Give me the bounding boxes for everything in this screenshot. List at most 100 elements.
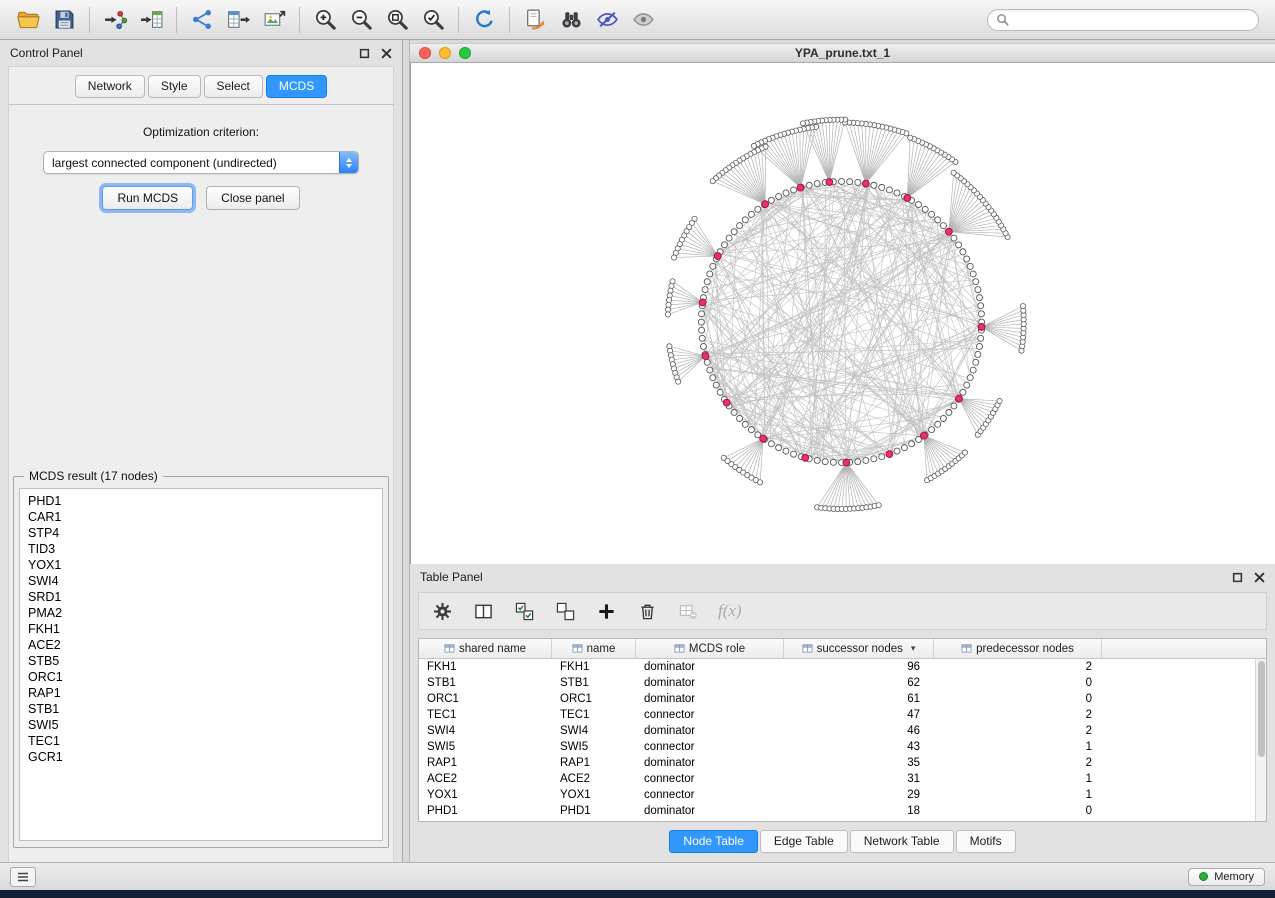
deselect-all-button[interactable] bbox=[554, 600, 576, 622]
cell-successor-nodes: 43 bbox=[784, 739, 934, 755]
settings-gear-icon bbox=[433, 602, 452, 621]
mcds-result-item[interactable]: ACE2 bbox=[20, 637, 382, 653]
zoom-out-button[interactable] bbox=[343, 4, 379, 36]
tab-network[interactable]: Network bbox=[75, 75, 145, 98]
column-header-MCDS-role[interactable]: MCDS role bbox=[636, 639, 784, 658]
function-builder-button[interactable]: f(x) bbox=[718, 601, 742, 621]
cell-successor-nodes: 46 bbox=[784, 723, 934, 739]
table-row[interactable]: SWI5SWI5connector431 bbox=[419, 739, 1266, 755]
cell-shared-name: FKH1 bbox=[419, 659, 552, 675]
mcds-result-item[interactable]: STP4 bbox=[20, 525, 382, 541]
settings-button[interactable] bbox=[431, 600, 453, 622]
tab-style[interactable]: Style bbox=[148, 75, 201, 98]
show-columns-button[interactable] bbox=[472, 600, 494, 622]
float-panel-icon[interactable] bbox=[359, 48, 370, 59]
mcds-buttons-row: Run MCDS Close panel bbox=[9, 186, 393, 210]
import-table-button[interactable] bbox=[133, 4, 169, 36]
add-row-button[interactable] bbox=[595, 600, 617, 622]
close-panel-button[interactable]: Close panel bbox=[206, 186, 299, 210]
close-table-panel-icon[interactable] bbox=[1254, 572, 1265, 583]
table-row[interactable]: ACE2ACE2connector311 bbox=[419, 771, 1266, 787]
search-box[interactable] bbox=[987, 9, 1259, 31]
table-row[interactable]: FKH1FKH1dominator962 bbox=[419, 659, 1266, 675]
zoom-in-button[interactable] bbox=[307, 4, 343, 36]
cell-successor-nodes: 35 bbox=[784, 755, 934, 771]
document-share-button[interactable] bbox=[517, 4, 553, 36]
panel-splitter[interactable] bbox=[403, 40, 410, 862]
import-network-button[interactable] bbox=[97, 4, 133, 36]
float-table-panel-icon[interactable] bbox=[1232, 572, 1243, 583]
column-header-predecessor-nodes[interactable]: predecessor nodes bbox=[934, 639, 1102, 658]
mcds-result-item[interactable]: RAP1 bbox=[20, 685, 382, 701]
tab-mcds[interactable]: MCDS bbox=[266, 75, 327, 98]
mcds-result-item[interactable]: TEC1 bbox=[20, 733, 382, 749]
mcds-result-item[interactable]: CAR1 bbox=[20, 509, 382, 525]
scrollbar-thumb[interactable] bbox=[1258, 661, 1265, 757]
network-canvas[interactable] bbox=[410, 63, 1275, 564]
mcds-result-item[interactable]: STB5 bbox=[20, 653, 382, 669]
zoom-selected-icon bbox=[421, 7, 446, 32]
select-stepper-icon bbox=[339, 152, 358, 173]
tab-select[interactable]: Select bbox=[204, 75, 263, 98]
zoom-fit-button[interactable] bbox=[379, 4, 415, 36]
cell-filler bbox=[1102, 771, 1266, 787]
toolbar-separator bbox=[509, 7, 510, 33]
open-folder-icon bbox=[16, 7, 41, 32]
search-input[interactable] bbox=[1014, 13, 1250, 27]
table-scrollbar[interactable] bbox=[1255, 659, 1266, 821]
table-row[interactable]: ORC1ORC1dominator610 bbox=[419, 691, 1266, 707]
mcds-result-item[interactable]: PHD1 bbox=[20, 493, 382, 509]
tab-node-table[interactable]: Node Table bbox=[669, 830, 758, 853]
mcds-result-item[interactable]: STB1 bbox=[20, 701, 382, 717]
column-header-name[interactable]: name bbox=[552, 639, 636, 658]
save-session-button[interactable] bbox=[46, 4, 82, 36]
tab-network-table[interactable]: Network Table bbox=[850, 830, 954, 853]
delete-table-button[interactable] bbox=[677, 600, 699, 622]
close-window-button[interactable] bbox=[419, 47, 431, 59]
table-row[interactable]: TEC1TEC1connector472 bbox=[419, 707, 1266, 723]
tab-motifs[interactable]: Motifs bbox=[956, 830, 1016, 853]
open-session-button[interactable] bbox=[10, 4, 46, 36]
mcds-result-item[interactable]: ORC1 bbox=[20, 669, 382, 685]
optimization-criterion-select[interactable]: largest connected component (undirected) bbox=[43, 151, 359, 174]
table-row[interactable]: RAP1RAP1dominator352 bbox=[419, 755, 1266, 771]
export-network-button[interactable] bbox=[184, 4, 220, 36]
column-header-successor-nodes[interactable]: successor nodes▾ bbox=[784, 639, 934, 658]
mcds-result-item[interactable]: SWI5 bbox=[20, 717, 382, 733]
export-image-icon bbox=[262, 7, 287, 32]
apply-layout-button[interactable] bbox=[466, 4, 502, 36]
table-row[interactable]: STB1STB1dominator620 bbox=[419, 675, 1266, 691]
export-image-button[interactable] bbox=[256, 4, 292, 36]
network-window-titlebar[interactable]: YPA_prune.txt_1 bbox=[410, 43, 1275, 63]
mcds-result-item[interactable]: GCR1 bbox=[20, 749, 382, 765]
column-type-icon bbox=[802, 643, 813, 654]
minimize-window-button[interactable] bbox=[439, 47, 451, 59]
panel-menu-button[interactable] bbox=[10, 867, 36, 887]
mcds-result-item[interactable]: YOX1 bbox=[20, 557, 382, 573]
node-table-body: FKH1FKH1dominator962STB1STB1dominator620… bbox=[419, 659, 1266, 821]
search-network-button[interactable] bbox=[553, 4, 589, 36]
zoom-window-button[interactable] bbox=[459, 47, 471, 59]
memory-button[interactable]: Memory bbox=[1188, 868, 1265, 886]
close-panel-icon[interactable] bbox=[381, 48, 392, 59]
zoom-selected-button[interactable] bbox=[415, 4, 451, 36]
mcds-result-item[interactable]: SRD1 bbox=[20, 589, 382, 605]
mcds-result-list[interactable]: PHD1CAR1STP4TID3YOX1SWI4SRD1PMA2FKH1ACE2… bbox=[19, 488, 383, 841]
table-row[interactable]: SWI4SWI4dominator462 bbox=[419, 723, 1266, 739]
run-mcds-button[interactable]: Run MCDS bbox=[102, 186, 193, 210]
export-table-button[interactable] bbox=[220, 4, 256, 36]
export-network-icon bbox=[190, 7, 215, 32]
deselect-all-icon bbox=[556, 602, 575, 621]
show-graphics-button[interactable] bbox=[625, 4, 661, 36]
hide-selected-button[interactable] bbox=[589, 4, 625, 36]
delete-row-button[interactable] bbox=[636, 600, 658, 622]
select-all-button[interactable] bbox=[513, 600, 535, 622]
table-row[interactable]: YOX1YOX1connector291 bbox=[419, 787, 1266, 803]
mcds-result-item[interactable]: PMA2 bbox=[20, 605, 382, 621]
mcds-result-item[interactable]: SWI4 bbox=[20, 573, 382, 589]
table-row[interactable]: PHD1PHD1dominator180 bbox=[419, 803, 1266, 819]
mcds-result-item[interactable]: TID3 bbox=[20, 541, 382, 557]
mcds-result-item[interactable]: FKH1 bbox=[20, 621, 382, 637]
column-header-shared-name[interactable]: shared name bbox=[419, 639, 552, 658]
tab-edge-table[interactable]: Edge Table bbox=[760, 830, 848, 853]
